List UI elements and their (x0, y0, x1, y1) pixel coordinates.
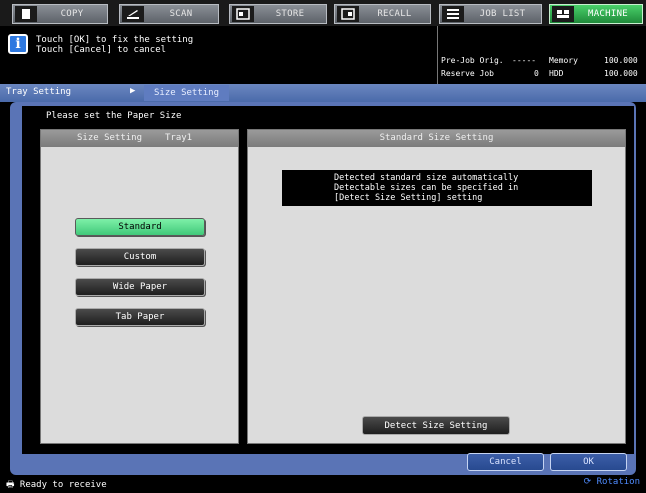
tab-scan[interactable]: SCAN (119, 4, 219, 24)
size-setting-panel: Size Setting Tray1 Standard Custom Wide … (40, 129, 239, 444)
store-icon (232, 6, 254, 22)
ok-button[interactable]: OK (550, 453, 627, 471)
detect-size-setting-button[interactable]: Detect Size Setting (362, 416, 510, 435)
breadcrumb-size-setting: Size Setting (144, 85, 230, 101)
instruction-line-1: Touch [OK] to fix the setting (36, 35, 194, 45)
hdd-value: 100.000 (604, 69, 638, 78)
notice-line-1: Detected standard size automatically (334, 173, 519, 183)
tab-job-list[interactable]: JOB LIST (439, 4, 542, 24)
tab-copy-label: COPY (60, 9, 84, 19)
size-setting-header: Size Setting Tray1 (41, 130, 238, 147)
scan-icon (122, 6, 144, 22)
tab-store[interactable]: STORE (229, 4, 327, 24)
standard-size-panel: Standard Size Setting Detected standard … (247, 129, 626, 444)
status-divider (437, 26, 438, 84)
recall-icon (337, 6, 359, 22)
tab-machine[interactable]: MACHINE (549, 4, 643, 24)
machine-icon (552, 6, 574, 22)
breadcrumb-tray-setting[interactable]: Tray Setting (6, 87, 71, 97)
tab-recall[interactable]: RECALL (334, 4, 431, 24)
rotation-text: Rotation (596, 477, 640, 487)
auto-detect-notice: Detected standard size automatically Det… (282, 170, 592, 206)
receive-status: 🖶 Ready to receive (6, 477, 107, 493)
tab-store-label: STORE (275, 9, 305, 19)
job-list-icon (442, 6, 464, 22)
reserve-job-value: 0 (534, 69, 539, 78)
instruction-message: Touch [OK] to fix the setting Touch [Can… (36, 35, 193, 55)
standard-button[interactable]: Standard (75, 218, 205, 236)
reserve-job-label: Reserve Job (441, 69, 494, 78)
tab-machine-label: MACHINE (587, 9, 629, 19)
standard-size-title: Standard Size Setting (379, 133, 494, 143)
tab-paper-button[interactable]: Tab Paper (75, 308, 205, 326)
size-setting-title: Size Setting (77, 133, 143, 143)
tab-recall-label: RECALL (377, 9, 412, 19)
mode-tab-bar: COPY SCAN STORE RECALL JOB LIST MACHINE (0, 0, 646, 26)
rotation-icon: ⟳ (583, 477, 592, 487)
pre-job-label: Pre-Job Orig. (441, 56, 504, 65)
page-prompt: Please set the Paper Size (46, 111, 182, 121)
memory-label: Memory (549, 56, 578, 65)
copy-icon (15, 6, 37, 22)
notice-line-3: [Detect Size Setting] setting (334, 193, 483, 203)
custom-button[interactable]: Custom (75, 248, 205, 266)
tab-job-list-label: JOB LIST (479, 9, 526, 19)
rotation-indicator: ⟳ Rotation (584, 477, 640, 487)
info-icon: i (8, 34, 28, 54)
pre-job-value: ----- (512, 56, 537, 65)
wide-paper-button[interactable]: Wide Paper (75, 278, 205, 296)
breadcrumb-arrow-icon: ▶ (130, 86, 136, 96)
status-bar: 🖶 Ready to receive ⟳ Rotation (0, 476, 646, 490)
cancel-button[interactable]: Cancel (467, 453, 544, 471)
tab-scan-label: SCAN (169, 9, 193, 19)
hdd-label: HDD (549, 69, 564, 78)
instruction-line-2: Touch [Cancel] to cancel (36, 45, 167, 55)
notice-line-2: Detectable sizes can be specified in (334, 183, 519, 193)
tab-copy[interactable]: COPY (12, 4, 108, 24)
breadcrumb: Tray Setting ▶ Size Setting (0, 84, 646, 102)
standard-size-header: Standard Size Setting (248, 130, 625, 147)
tray-label: Tray1 (165, 133, 193, 143)
memory-value: 100.000 (604, 56, 638, 65)
